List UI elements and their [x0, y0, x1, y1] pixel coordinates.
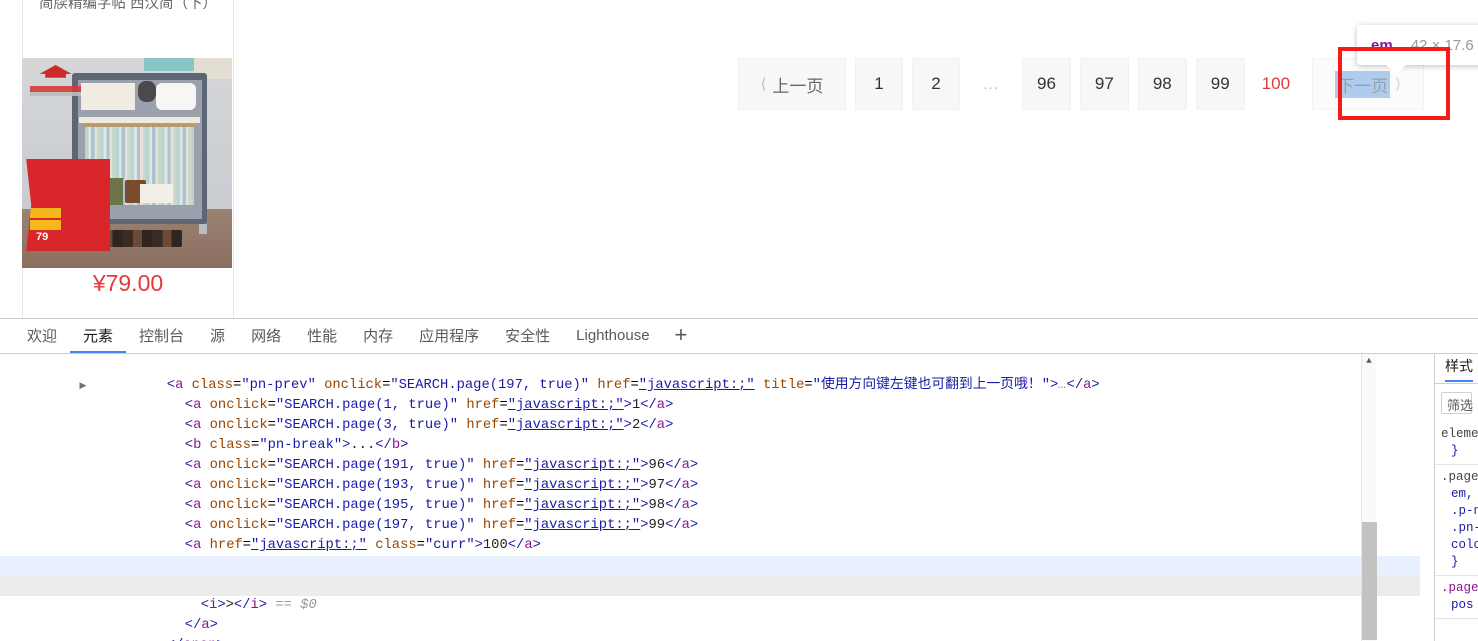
devtools-body: ▶ <a class="pn-prev" onclick="SEARCH.page… [0, 354, 1478, 641]
dom-line[interactable]: <a onclick="SEARCH.page(191, true)" href… [0, 436, 1420, 473]
pagination-page-99[interactable]: 99 [1195, 58, 1245, 110]
tab-security[interactable]: 安全性 [492, 319, 563, 353]
pagination-page-97[interactable]: 97 [1079, 58, 1129, 110]
photo-folded-clothes [80, 83, 136, 111]
pagination-page-label: 2 [931, 74, 941, 93]
pagination-page-label: 97 [1094, 74, 1114, 93]
dom-tree-scrollbar[interactable]: ▲ [1361, 354, 1377, 641]
pagination-page-98[interactable]: 98 [1137, 58, 1187, 110]
chevron-right-icon: ⟩ [1395, 76, 1401, 93]
dom-line[interactable]: <a href="javascript:;" class="curr">100<… [0, 516, 1420, 553]
scrollbar-thumb[interactable] [1362, 522, 1377, 640]
styles-filter-input[interactable]: 筛选 [1441, 392, 1473, 414]
dom-line[interactable]: ▶<span class="p-skin"> </span> [0, 636, 1420, 641]
tab-network[interactable]: 网络 [238, 319, 294, 353]
brand-logo-icon [30, 64, 81, 98]
dom-line[interactable]: <a onclick="SEARCH.page(195, true)" href… [0, 476, 1420, 513]
dom-line[interactable]: <a onclick="SEARCH.page(1, true)" href="… [0, 376, 1420, 413]
pagination-next-label: 下一页 [1335, 70, 1391, 98]
photo-shelf-board [78, 116, 201, 124]
pagination-page-96[interactable]: 96 [1022, 58, 1071, 110]
screenshot-root: ¥79.00 简牍精编字帖 西汉简（下） [0, 0, 1478, 641]
inspect-tooltip-dimensions: 42 × 17.6 [1410, 36, 1474, 54]
product-card[interactable]: ¥79.00 简牍精编字帖 西汉简（下） [22, 0, 234, 320]
style-rule-element[interactable]: element.style { } [1435, 422, 1478, 465]
devtools-panel: 欢迎 元素 控制台 源 网络 性能 内存 应用程序 安全性 Lighthouse… [0, 318, 1478, 641]
dom-line-em[interactable]: <em>下一页</em> [0, 556, 1420, 593]
tab-welcome[interactable]: 欢迎 [14, 319, 70, 353]
chevron-left-icon: ⟨ [760, 76, 767, 93]
pagination-ellipsis: ... [983, 75, 999, 93]
styles-pane: 样式 筛选 element.style { } .page em, .p-num… [1434, 354, 1478, 641]
photo-storage-box [139, 184, 174, 203]
pagination-page-label: 1 [874, 74, 884, 93]
photo-pillow [156, 83, 197, 111]
dom-line[interactable]: <a onclick="SEARCH.page(193, true)" href… [0, 456, 1420, 493]
pagination-current-page: 100 [1261, 74, 1291, 93]
styles-tab-bar: 样式 [1435, 354, 1478, 384]
dom-line[interactable]: <a onclick="SEARCH.page(3, true)" href="… [0, 396, 1420, 433]
dom-line[interactable]: <a onclick="SEARCH.page(197, true)" href… [0, 496, 1420, 533]
tab-memory[interactable]: 内存 [350, 319, 406, 353]
inspect-tooltip: em 42 × 17.6 [1357, 25, 1478, 74]
promo-tag-price: 79 [36, 230, 49, 243]
style-rule-page-2[interactable]: .page pos [1435, 576, 1478, 619]
product-image[interactable]: 79 [22, 58, 232, 268]
photo-dark-item [137, 81, 157, 103]
add-tab-button[interactable]: + [663, 319, 700, 353]
pagination-page-label: 98 [1152, 74, 1172, 93]
pagination-page-label: 99 [1210, 74, 1230, 93]
inspect-tooltip-tag: em [1371, 36, 1393, 54]
dom-line[interactable]: <b class="pn-break">...</b> [0, 416, 1420, 453]
tab-styles[interactable]: 样式 [1445, 356, 1473, 382]
dom-line-i-selected[interactable]: <i>></i> == $0 [0, 576, 1420, 613]
pagination-prev-label: 上一页 [772, 76, 824, 96]
dom-line[interactable]: ▶ <a class="pn-prev" onclick="SEARCH.page… [0, 356, 1420, 393]
pagination-prev-button[interactable]: ⟨ 上一页 [738, 58, 846, 110]
tab-console[interactable]: 控制台 [126, 319, 197, 353]
pagination: ⟨ 上一页 1 2 ... 96 97 98 99 100 下一页 ⟩ [738, 58, 1425, 110]
dom-line[interactable]: </span> [0, 616, 1420, 641]
dom-line[interactable]: </a> [0, 596, 1420, 633]
devtools-tab-bar: 欢迎 元素 控制台 源 网络 性能 内存 应用程序 安全性 Lighthouse… [0, 319, 1478, 354]
tab-elements[interactable]: 元素 [70, 319, 127, 353]
pagination-page-2[interactable]: 2 [912, 58, 960, 110]
pagination-page-1[interactable]: 1 [855, 58, 903, 110]
pagination-next-button[interactable]: 下一页 ⟩ [1312, 58, 1425, 110]
tab-performance[interactable]: 性能 [294, 319, 350, 353]
dom-line-pn-next[interactable]: ▼<a class="pn-next disabled"> [0, 536, 1420, 573]
tab-lighthouse[interactable]: Lighthouse [563, 319, 662, 353]
dom-tree[interactable]: ▶ <a class="pn-prev" onclick="SEARCH.page… [0, 354, 1420, 641]
tab-sources[interactable]: 源 [197, 319, 238, 353]
promo-tag: 79 [26, 158, 111, 252]
product-title[interactable]: 简牍精编字帖 西汉简（下） [23, 0, 233, 17]
tab-application[interactable]: 应用程序 [406, 319, 492, 353]
pagination-page-label: 96 [1037, 74, 1056, 93]
page-viewport: ¥79.00 简牍精编字帖 西汉简（下） [0, 0, 1478, 320]
scroll-up-arrow-icon[interactable]: ▲ [1362, 354, 1376, 368]
product-price: ¥79.00 [92, 270, 164, 296]
style-rule-page[interactable]: .page em, .p-num .pn-next color: } [1435, 465, 1478, 576]
